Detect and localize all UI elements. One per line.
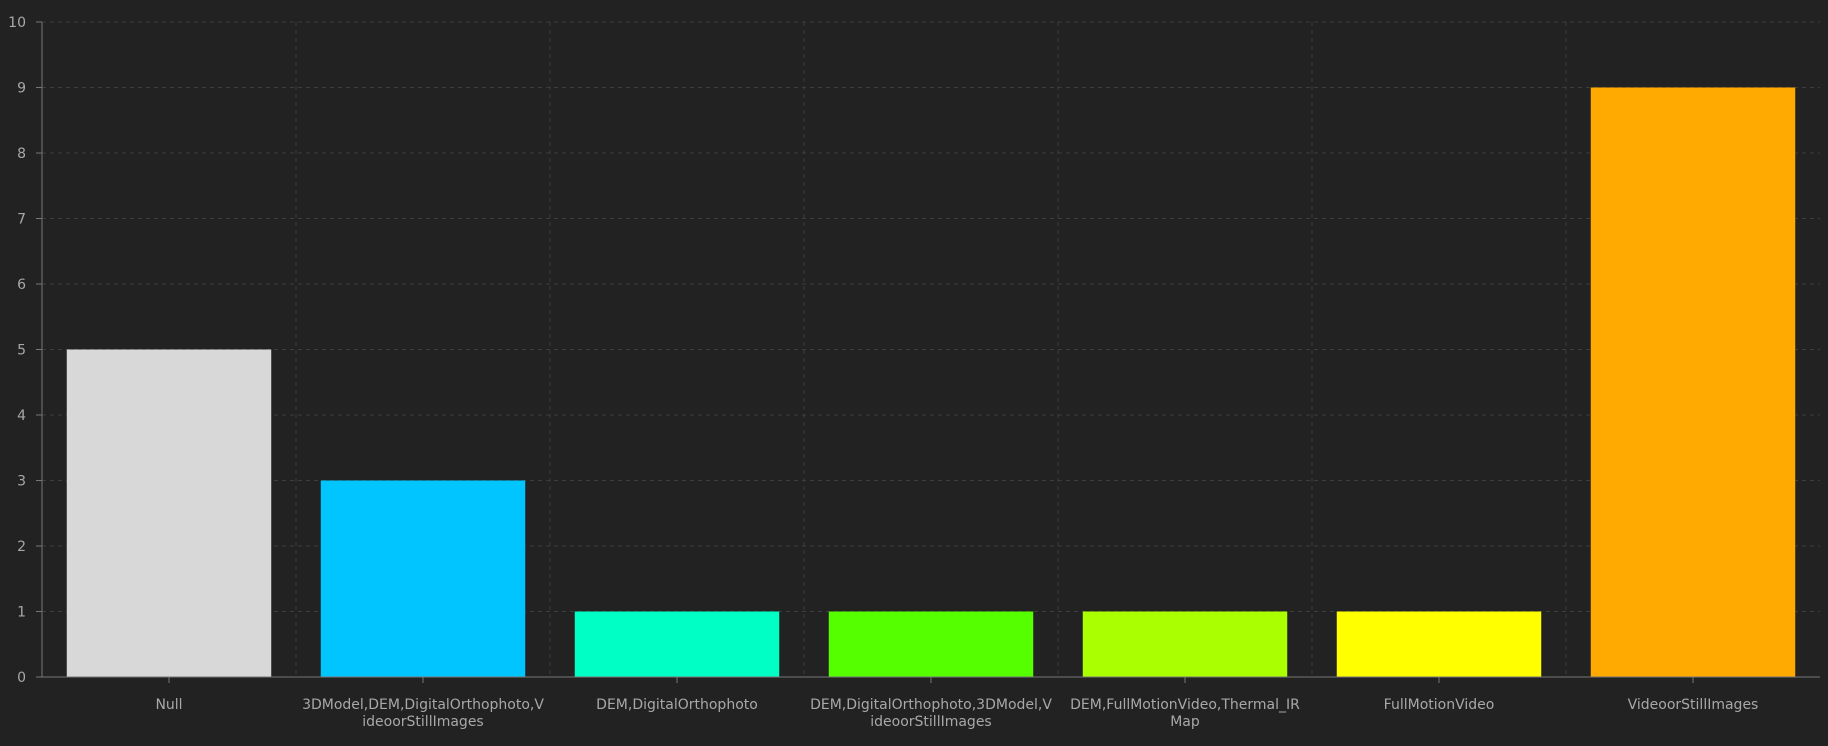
- y-tick-label: 10: [8, 15, 26, 31]
- y-tick-label: 5: [17, 343, 26, 359]
- x-tick-label-line: ideoorStillImages: [362, 714, 483, 730]
- axes: [36, 21, 1820, 683]
- y-tick-label: 6: [17, 277, 26, 293]
- bar-chart: 0 1 2 3 4 5 6 7 8 9 10 Null 3DModel,DEM,DigitalOrtho…: [8, 15, 1820, 730]
- y-tick-label: 4: [17, 408, 26, 424]
- x-tick-label-line: Null: [155, 697, 182, 713]
- bar[interactable]: [320, 480, 526, 678]
- x-tick-label-line: ideoorStillImages: [870, 714, 991, 730]
- y-tick-label: 9: [17, 81, 26, 97]
- x-tick-label: DEM,DigitalOrthophoto,3DModel,V ideoorSti…: [810, 697, 1052, 730]
- x-tick-label: DEM,DigitalOrthophoto: [596, 697, 758, 713]
- bar[interactable]: [66, 349, 272, 678]
- x-tick-label: FullMotionVideo: [1384, 697, 1495, 713]
- grid: [42, 21, 1820, 677]
- x-tick-label-line: Map: [1170, 714, 1200, 730]
- x-tick-label-line: 3DModel,DEM,DigitalOrthophoto,V: [302, 697, 544, 713]
- x-tick-label: DEM,FullMotionVideo,Thermal_IR Map: [1070, 697, 1300, 730]
- x-tick-label-line: VideoorStillImages: [1628, 697, 1759, 713]
- bar[interactable]: [1590, 87, 1796, 678]
- bar[interactable]: [828, 611, 1034, 678]
- x-tick-label: 3DModel,DEM,DigitalOrthophoto,V ideoorSti…: [302, 697, 544, 730]
- bar[interactable]: [574, 611, 780, 678]
- x-tick-label: VideoorStillImages: [1628, 697, 1759, 713]
- y-tick-label: 1: [17, 605, 26, 621]
- x-tick-label-line: DEM,DigitalOrthophoto: [596, 697, 758, 713]
- bar[interactable]: [1082, 611, 1288, 678]
- x-tick-label-line: FullMotionVideo: [1384, 697, 1495, 713]
- bar[interactable]: [1336, 611, 1542, 678]
- y-tick-label: 2: [17, 539, 26, 555]
- y-tick-label: 7: [17, 212, 26, 228]
- bars: [66, 87, 1796, 678]
- x-tick-label-line: DEM,FullMotionVideo,Thermal_IR: [1070, 697, 1300, 713]
- y-tick-label: 3: [17, 474, 26, 490]
- x-tick-label: Null: [155, 697, 182, 713]
- x-tick-label-line: DEM,DigitalOrthophoto,3DModel,V: [810, 697, 1052, 713]
- y-tick-label: 8: [17, 146, 26, 162]
- y-tick-label: 0: [17, 670, 26, 686]
